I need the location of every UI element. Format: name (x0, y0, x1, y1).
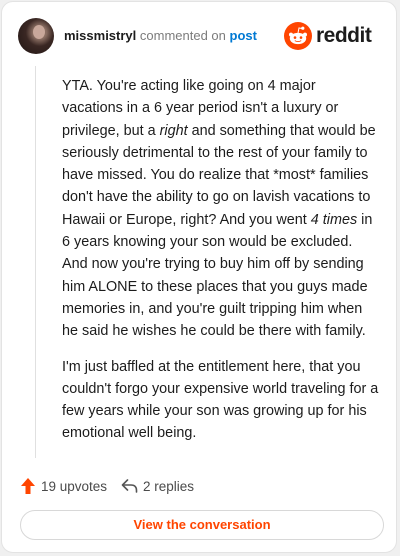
replies-button[interactable]: 2 replies (121, 474, 194, 498)
reddit-brand[interactable]: reddit (284, 22, 380, 50)
username[interactable]: missmistryl (64, 28, 136, 43)
upvote-count: 19 upvotes (41, 478, 108, 494)
comment-paragraph: YTA. You're acting like going on 4 major… (62, 75, 380, 343)
view-conversation-button[interactable]: View the conversation (20, 510, 384, 540)
comment-paragraph: I'm just baffled at the entitlement here… (62, 356, 380, 445)
avatar[interactable] (18, 18, 54, 54)
comment-body: YTA. You're acting like going on 4 major… (62, 75, 380, 458)
comment-italic-text: 4 times (310, 211, 358, 228)
reply-arrow-icon (121, 479, 138, 493)
comment-meta: missmistryl commented on post (64, 28, 257, 43)
comment-actions: 19 upvotes 2 replies (20, 474, 380, 498)
comment-text: I'm just baffled at the entitlement here… (62, 358, 379, 442)
upvote-button[interactable]: 19 upvotes (20, 474, 107, 498)
reddit-wordmark: reddit (316, 24, 372, 47)
comment-text: in 6 years knowing your son would be exc… (62, 211, 373, 340)
upvote-arrow-icon (21, 478, 35, 494)
comment-header: missmistryl commented on post reddit (18, 16, 380, 56)
reddit-logo-icon (284, 22, 312, 50)
thread-line (35, 66, 36, 458)
comment-card: missmistryl commented on post reddit YTA… (1, 1, 397, 553)
reply-count: 2 replies (143, 478, 195, 494)
post-link[interactable]: post (230, 28, 257, 43)
avatar-face (33, 25, 45, 39)
commented-on-text: commented on (139, 28, 226, 43)
comment-italic-text: right (159, 122, 188, 139)
